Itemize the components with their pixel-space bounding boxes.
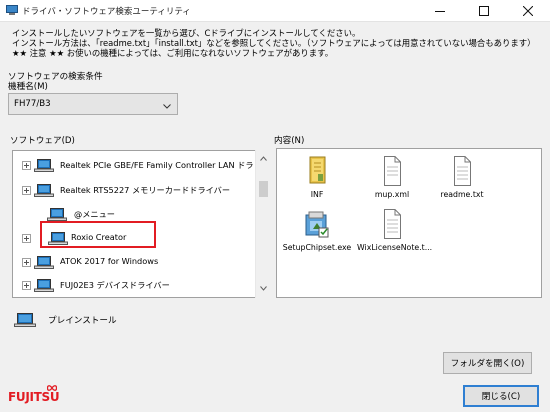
tree-item-label: Realtek PCIe GBE/FE Family Controller LA… [60, 160, 254, 170]
file-item[interactable]: SetupChipset.exe [282, 209, 352, 257]
open-folder-button[interactable]: フォルダを開く(O) [443, 352, 532, 374]
logo-text: FUJITSU [8, 390, 60, 404]
tree-scrollbar[interactable] [255, 150, 270, 298]
maximize-icon [479, 6, 489, 16]
laptop-icon [14, 313, 36, 327]
app-icon [6, 5, 18, 16]
model-label: 機種名(M) [8, 82, 48, 92]
chevron-down-icon [163, 102, 171, 112]
expand-icon[interactable] [22, 281, 31, 290]
scroll-thumb[interactable] [259, 181, 268, 197]
tree-item-label: FUJ02E3 デバイスドライバー [60, 280, 170, 290]
minimize-button[interactable] [418, 0, 462, 22]
expand-icon[interactable] [22, 258, 31, 267]
contents-label: 内容(N) [274, 136, 305, 146]
tree-item[interactable]: Realtek RTS5227 メモリーカードドライバー [13, 183, 258, 197]
file-name: mup.xml [374, 190, 410, 199]
file-name: readme.txt [440, 190, 484, 199]
expand-icon[interactable] [22, 161, 31, 170]
document-icon [454, 156, 471, 186]
tree-item-label: ATOK 2017 for Windows [60, 256, 159, 266]
window-title: ドライバ・ソフトウェア検索ユーティリティ [22, 7, 191, 17]
expand-icon[interactable] [22, 234, 31, 243]
preinstall-label: プレインストール [48, 316, 117, 326]
file-name: SetupChipset.exe [282, 243, 352, 252]
laptop-icon [34, 279, 54, 292]
file-name: WixLicenseNote.t... [357, 243, 433, 252]
close-button[interactable]: 閉じる(C) [463, 385, 539, 407]
tree-item-label: @メニュー [74, 209, 115, 219]
laptop-icon [34, 159, 54, 172]
laptop-icon [47, 208, 67, 221]
title-bar: ドライバ・ソフトウェア検索ユーティリティ [0, 0, 550, 22]
infinity-icon [46, 384, 58, 392]
close-icon [523, 6, 533, 16]
model-select[interactable]: FH77/B3 [8, 93, 178, 115]
tree-item[interactable]: @メニュー [13, 207, 258, 221]
laptop-icon [34, 184, 54, 197]
folder-icon [309, 156, 326, 184]
instruction-line-2: インストール方法は、「readme.txt」「install.txt」などを参照… [12, 38, 536, 48]
minimize-icon [435, 11, 445, 12]
file-item[interactable]: readme.txt [427, 156, 497, 204]
highlight-box [40, 221, 156, 248]
file-item-inf[interactable]: INF [282, 156, 352, 204]
tree-item[interactable]: Realtek PCIe GBE/FE Family Controller LA… [13, 158, 258, 172]
file-item[interactable]: mup.xml [357, 156, 427, 204]
fujitsu-logo: FUJITSU [8, 384, 68, 406]
expand-icon[interactable] [22, 186, 31, 195]
scroll-down-icon[interactable] [260, 284, 267, 294]
file-item[interactable]: WixLicenseNote.t... [357, 209, 433, 257]
tree-item-label: Realtek RTS5227 メモリーカードドライバー [60, 185, 231, 195]
laptop-icon [34, 256, 54, 269]
installer-icon [305, 211, 329, 238]
contents-panel[interactable]: INF mup.xml readme.txt SetupChipset.exe … [276, 148, 542, 298]
scroll-up-icon[interactable] [260, 154, 267, 164]
file-name: INF [310, 190, 324, 199]
close-window-button[interactable] [506, 0, 550, 22]
tree-item[interactable]: ATOK 2017 for Windows [13, 255, 258, 269]
instruction-line-1: インストールしたいソフトウェアを一覧から選び、Cドライブにインストールしてくださ… [12, 28, 361, 38]
instruction-line-3: ★★ 注意 ★★ お使いの機種によっては、ご利用になれないソフトウェアがあります… [12, 48, 334, 58]
tree-item[interactable] [13, 297, 258, 298]
maximize-button[interactable] [462, 0, 506, 22]
document-icon [384, 156, 401, 186]
model-select-value: FH77/B3 [14, 99, 51, 109]
tree-item[interactable]: FUJ02E3 デバイスドライバー [13, 278, 258, 292]
document-icon [384, 209, 401, 239]
software-label: ソフトウェア(D) [10, 136, 75, 146]
